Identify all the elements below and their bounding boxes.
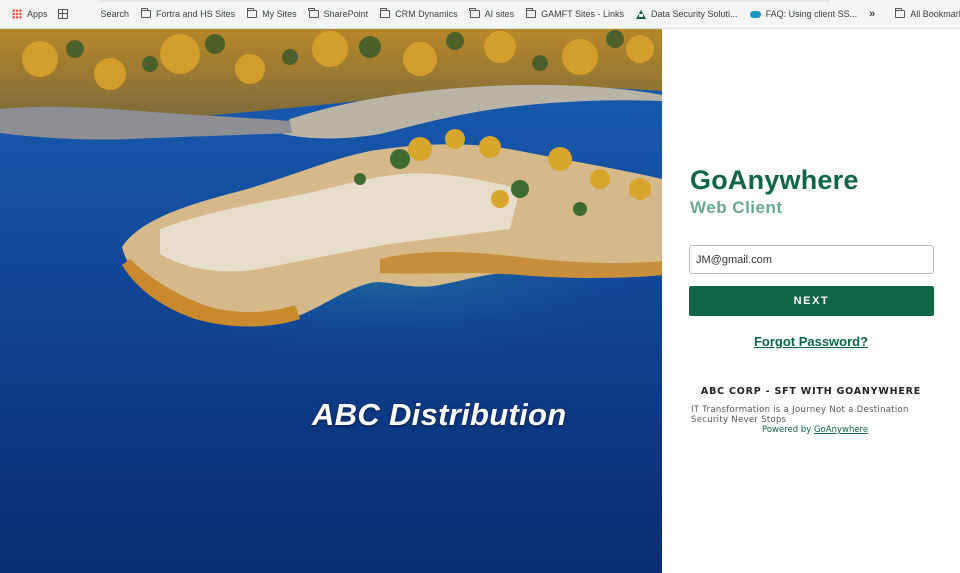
powered-by: Powered by GoAnywhere [762, 425, 868, 435]
bookmark-label: GAMFT Sites - Links [541, 9, 625, 19]
bookmark-label: My Sites [262, 9, 297, 19]
all-bookmarks-button[interactable]: All Bookmarks [889, 4, 960, 24]
folder-icon [469, 8, 480, 18]
bookmark-label: Fortra and HS Sites [156, 9, 236, 19]
bookmark-label: AI sites [484, 9, 515, 19]
folder-icon [379, 8, 391, 18]
bookmark-label: Data Security Soluti... [651, 9, 738, 19]
hero-caption: ABC Distribution [312, 397, 567, 432]
apps-grid-icon [12, 9, 22, 19]
folder-icon [308, 8, 319, 18]
login-panel: GoAnywhere Web Client NEXT Forgot Passwo… [662, 29, 960, 573]
lake-island-photo [0, 29, 662, 573]
hero-image: ABC Distribution [0, 29, 662, 573]
folder-icon [525, 8, 537, 18]
corp-title: ABC CORP - SFT WITH GOANYWHERE [700, 386, 922, 397]
forgot-password-link[interactable]: Forgot Password? [662, 334, 960, 349]
tagline-line-2: Security Never Stops [691, 415, 787, 425]
bookmark-faq-client[interactable]: FAQ: Using client SS... [744, 4, 864, 24]
email-field[interactable] [689, 245, 934, 274]
tab-groups-button[interactable] [54, 4, 72, 24]
bookmark-label: Search [100, 9, 130, 19]
bookmark-label: All Bookmarks [910, 9, 960, 19]
bookmarks-bar: Apps Search Fortra and HS Sites My Sites… [0, 0, 960, 29]
brand-title: GoAnywhere [690, 165, 859, 195]
tab-groups-icon [57, 9, 68, 19]
folder-icon [140, 8, 152, 18]
bookmark-folder-gamft[interactable]: GAMFT Sites - Links [520, 4, 630, 24]
bookmark-search[interactable]: Search [80, 4, 136, 24]
bookmark-label: SharePoint [323, 9, 369, 19]
brand-subtitle: Web Client [690, 198, 783, 217]
bookmark-folder-crm[interactable]: CRM Dynamics [374, 4, 464, 24]
bookmark-label: Apps [27, 9, 48, 19]
powered-by-prefix: Powered by [762, 425, 814, 435]
folder-icon [894, 8, 906, 18]
bookmarks-overflow-button[interactable]: » [863, 8, 881, 20]
bookmark-folder-my-sites[interactable]: My Sites [241, 4, 303, 24]
bookmark-folder-sharepoint[interactable]: SharePoint [303, 4, 375, 24]
bookmark-label: CRM Dynamics [395, 9, 458, 19]
bookmark-data-security[interactable]: Data Security Soluti... [630, 4, 744, 24]
page-load-progress [100, 0, 830, 2]
folder-icon [246, 8, 258, 18]
drive-icon [636, 9, 647, 19]
blank-page-icon [86, 9, 96, 19]
bookmark-label: FAQ: Using client SS... [765, 9, 858, 19]
bookmark-apps[interactable]: Apps [0, 4, 54, 24]
bookmark-folder-ai-sites[interactable]: AI sites [464, 4, 521, 24]
salesforce-cloud-icon [749, 10, 761, 18]
tagline-line-1: IT Transformation is a Journey Not a Des… [691, 405, 909, 415]
goanywhere-link[interactable]: GoAnywhere [814, 425, 868, 435]
next-button[interactable]: NEXT [689, 286, 934, 316]
bookmark-folder-fortra-hs[interactable]: Fortra and HS Sites [135, 4, 241, 24]
